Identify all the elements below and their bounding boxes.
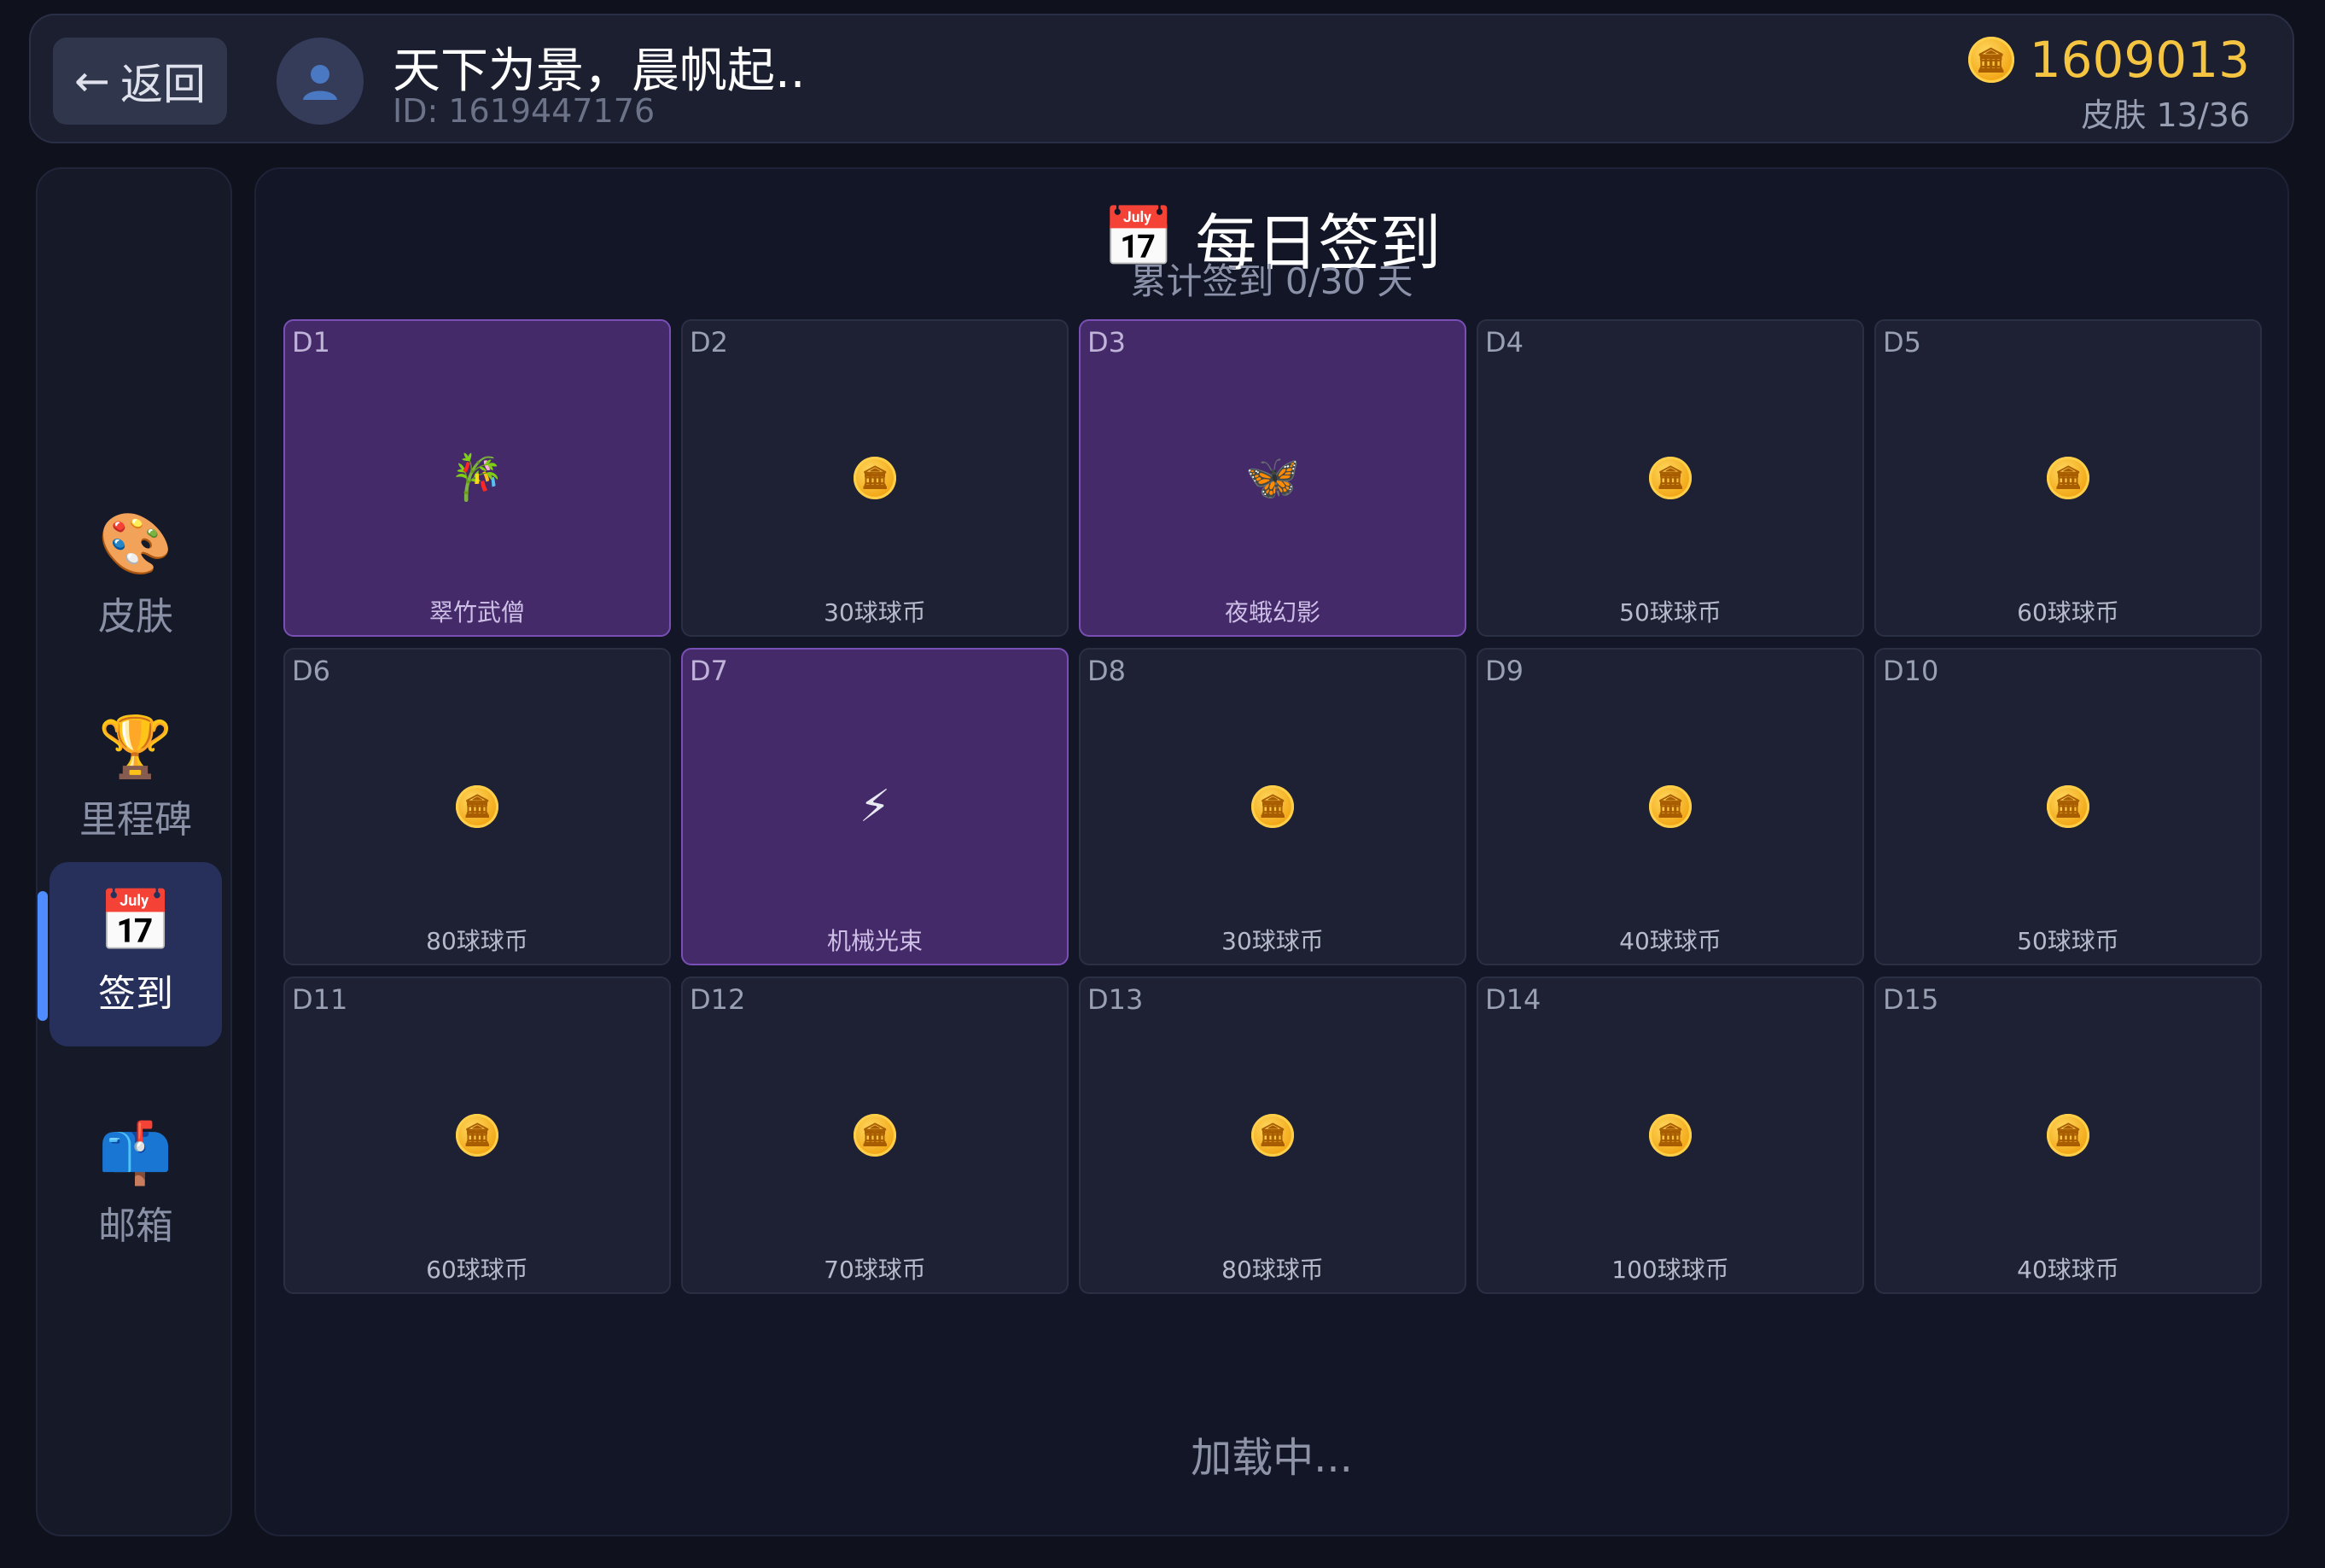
reward-label: 80球球币 (1221, 1256, 1324, 1284)
day-label: D12 (690, 983, 746, 1016)
day-label: D6 (292, 655, 330, 687)
coin-icon: 🏛 (854, 457, 896, 499)
arrow-left-icon: ← (74, 56, 110, 106)
reward-label: 机械光束 (826, 927, 923, 955)
top-header: ← 返回 天下为景，晨帆起.. ID: 1619447176 🏛 1609013… (29, 14, 2294, 143)
reward-label: 50球球币 (2017, 927, 2119, 955)
day-label: D7 (690, 655, 728, 687)
day-label: D14 (1485, 983, 1541, 1016)
active-indicator (38, 891, 48, 1021)
avatar[interactable] (277, 38, 364, 125)
mailbox-icon: 📫 (98, 1118, 173, 1188)
reward-label: 30球球币 (1221, 927, 1324, 955)
day-label: D11 (292, 983, 348, 1016)
sidebar-item-skins[interactable]: 🎨 皮肤 (50, 485, 222, 669)
day-label: D4 (1485, 326, 1524, 358)
back-button[interactable]: ← 返回 (53, 38, 227, 125)
checkin-panel: 📅 每日签到 累计签到 0/30 天 D1 🎋 翠竹武僧 D2 🏛 30球球币 D3 🦋 夜蛾幻… (254, 167, 2289, 1536)
sidebar: 🎨 皮肤 🏆 里程碑 📅 签到 📫 邮箱 (36, 167, 232, 1536)
sidebar-item-label: 皮肤 (98, 595, 173, 638)
user-nickname: 天下为景，晨帆起.. (393, 44, 806, 99)
checkin-day-card[interactable]: D15 🏛 40球球币 (1874, 976, 2262, 1294)
reward-label: 80球球币 (426, 927, 528, 955)
palette-icon: 🎨 (98, 509, 173, 579)
sidebar-item-label: 里程碑 (79, 798, 192, 842)
reward-label: 40球球币 (1619, 927, 1722, 955)
back-label: 返回 (119, 60, 206, 109)
sidebar-item-label: 邮箱 (98, 1204, 173, 1248)
checkin-day-card[interactable]: D1 🎋 翠竹武僧 (283, 319, 671, 637)
checkin-day-card[interactable]: D5 🏛 60球球币 (1874, 319, 2262, 637)
day-label: D15 (1883, 983, 1939, 1016)
day-label: D3 (1087, 326, 1126, 358)
coin-icon: 🏛 (456, 1114, 498, 1157)
user-silhouette-icon (303, 65, 337, 100)
trophy-icon: 🏆 (98, 712, 173, 782)
checkin-day-card[interactable]: D4 🏛 50球球币 (1477, 319, 1864, 637)
coin-icon: 🏛 (1649, 1114, 1692, 1157)
coin-icon: 🏛 (2047, 457, 2089, 499)
coin-icon: 🏛 (1251, 1114, 1294, 1157)
checkin-day-card[interactable]: D9 🏛 40球球币 (1477, 648, 1864, 965)
checkin-day-card[interactable]: D12 🏛 70球球币 (681, 976, 1069, 1294)
reward-label: 60球球币 (2017, 598, 2119, 627)
coin-icon: 🏛 (1649, 457, 1692, 499)
coin-icon: 🏛 (456, 785, 498, 828)
coin-icon: 🏛 (1649, 785, 1692, 828)
day-label: D1 (292, 326, 330, 358)
reward-label: 70球球币 (824, 1256, 926, 1284)
coin-icon: 🏛 (2047, 785, 2089, 828)
reward-label: 40球球币 (2017, 1256, 2119, 1284)
skin-count: 皮肤 13/36 (2081, 96, 2250, 134)
skin-reward-icon: 🎋 (449, 452, 505, 504)
checkin-grid: D1 🎋 翠竹武僧 D2 🏛 30球球币 D3 🦋 夜蛾幻影 D4 🏛 50球球币 D5 🏛 60球球币 D6… (283, 319, 2262, 1294)
checkin-day-card[interactable]: D14 🏛 100球球币 (1477, 976, 1864, 1294)
checkin-day-card[interactable]: D7 ⚡ 机械光束 (681, 648, 1069, 965)
reward-label: 30球球币 (824, 598, 926, 627)
checkin-day-card[interactable]: D6 🏛 80球球币 (283, 648, 671, 965)
coin-balance: 🏛 1609013 (1967, 31, 2250, 89)
calendar-icon: 📅 (98, 886, 173, 956)
coin-icon: 🏛 (854, 1114, 896, 1157)
checkin-day-card[interactable]: D3 🦋 夜蛾幻影 (1079, 319, 1466, 637)
day-label: D10 (1883, 655, 1939, 687)
checkin-day-card[interactable]: D10 🏛 50球球币 (1874, 648, 2262, 965)
sidebar-item-mailbox[interactable]: 📫 邮箱 (50, 1094, 222, 1279)
checkin-progress: 累计签到 0/30 天 (1130, 260, 1413, 302)
checkin-day-card[interactable]: D8 🏛 30球球币 (1079, 648, 1466, 965)
checkin-day-card[interactable]: D11 🏛 60球球币 (283, 976, 671, 1294)
coin-icon: 🏛 (1967, 37, 2014, 83)
reward-label: 翠竹武僧 (428, 598, 525, 627)
day-label: D5 (1883, 326, 1921, 358)
reward-label: 100球球币 (1611, 1256, 1729, 1284)
reward-label: 夜蛾幻影 (1224, 598, 1320, 627)
skin-reward-icon: ⚡ (859, 781, 891, 832)
day-label: D13 (1087, 983, 1144, 1016)
day-label: D9 (1485, 655, 1524, 687)
sidebar-item-label: 签到 (98, 972, 173, 1016)
user-id: ID: 1619447176 (393, 92, 656, 130)
reward-label: 60球球币 (426, 1256, 528, 1284)
checkin-day-card[interactable]: D13 🏛 80球球币 (1079, 976, 1466, 1294)
coin-amount: 1609013 (2029, 31, 2250, 89)
loading-text: 加载中... (1191, 1434, 1353, 1482)
day-label: D8 (1087, 655, 1126, 687)
coin-icon: 🏛 (1251, 785, 1294, 828)
reward-label: 50球球币 (1619, 598, 1722, 627)
checkin-day-card[interactable]: D2 🏛 30球球币 (681, 319, 1069, 637)
sidebar-item-milestones[interactable]: 🏆 里程碑 (50, 688, 222, 872)
sidebar-item-checkin[interactable]: 📅 签到 (50, 862, 222, 1046)
skin-reward-icon: 🦋 (1244, 452, 1301, 504)
day-label: D2 (690, 326, 728, 358)
coin-icon: 🏛 (2047, 1114, 2089, 1157)
